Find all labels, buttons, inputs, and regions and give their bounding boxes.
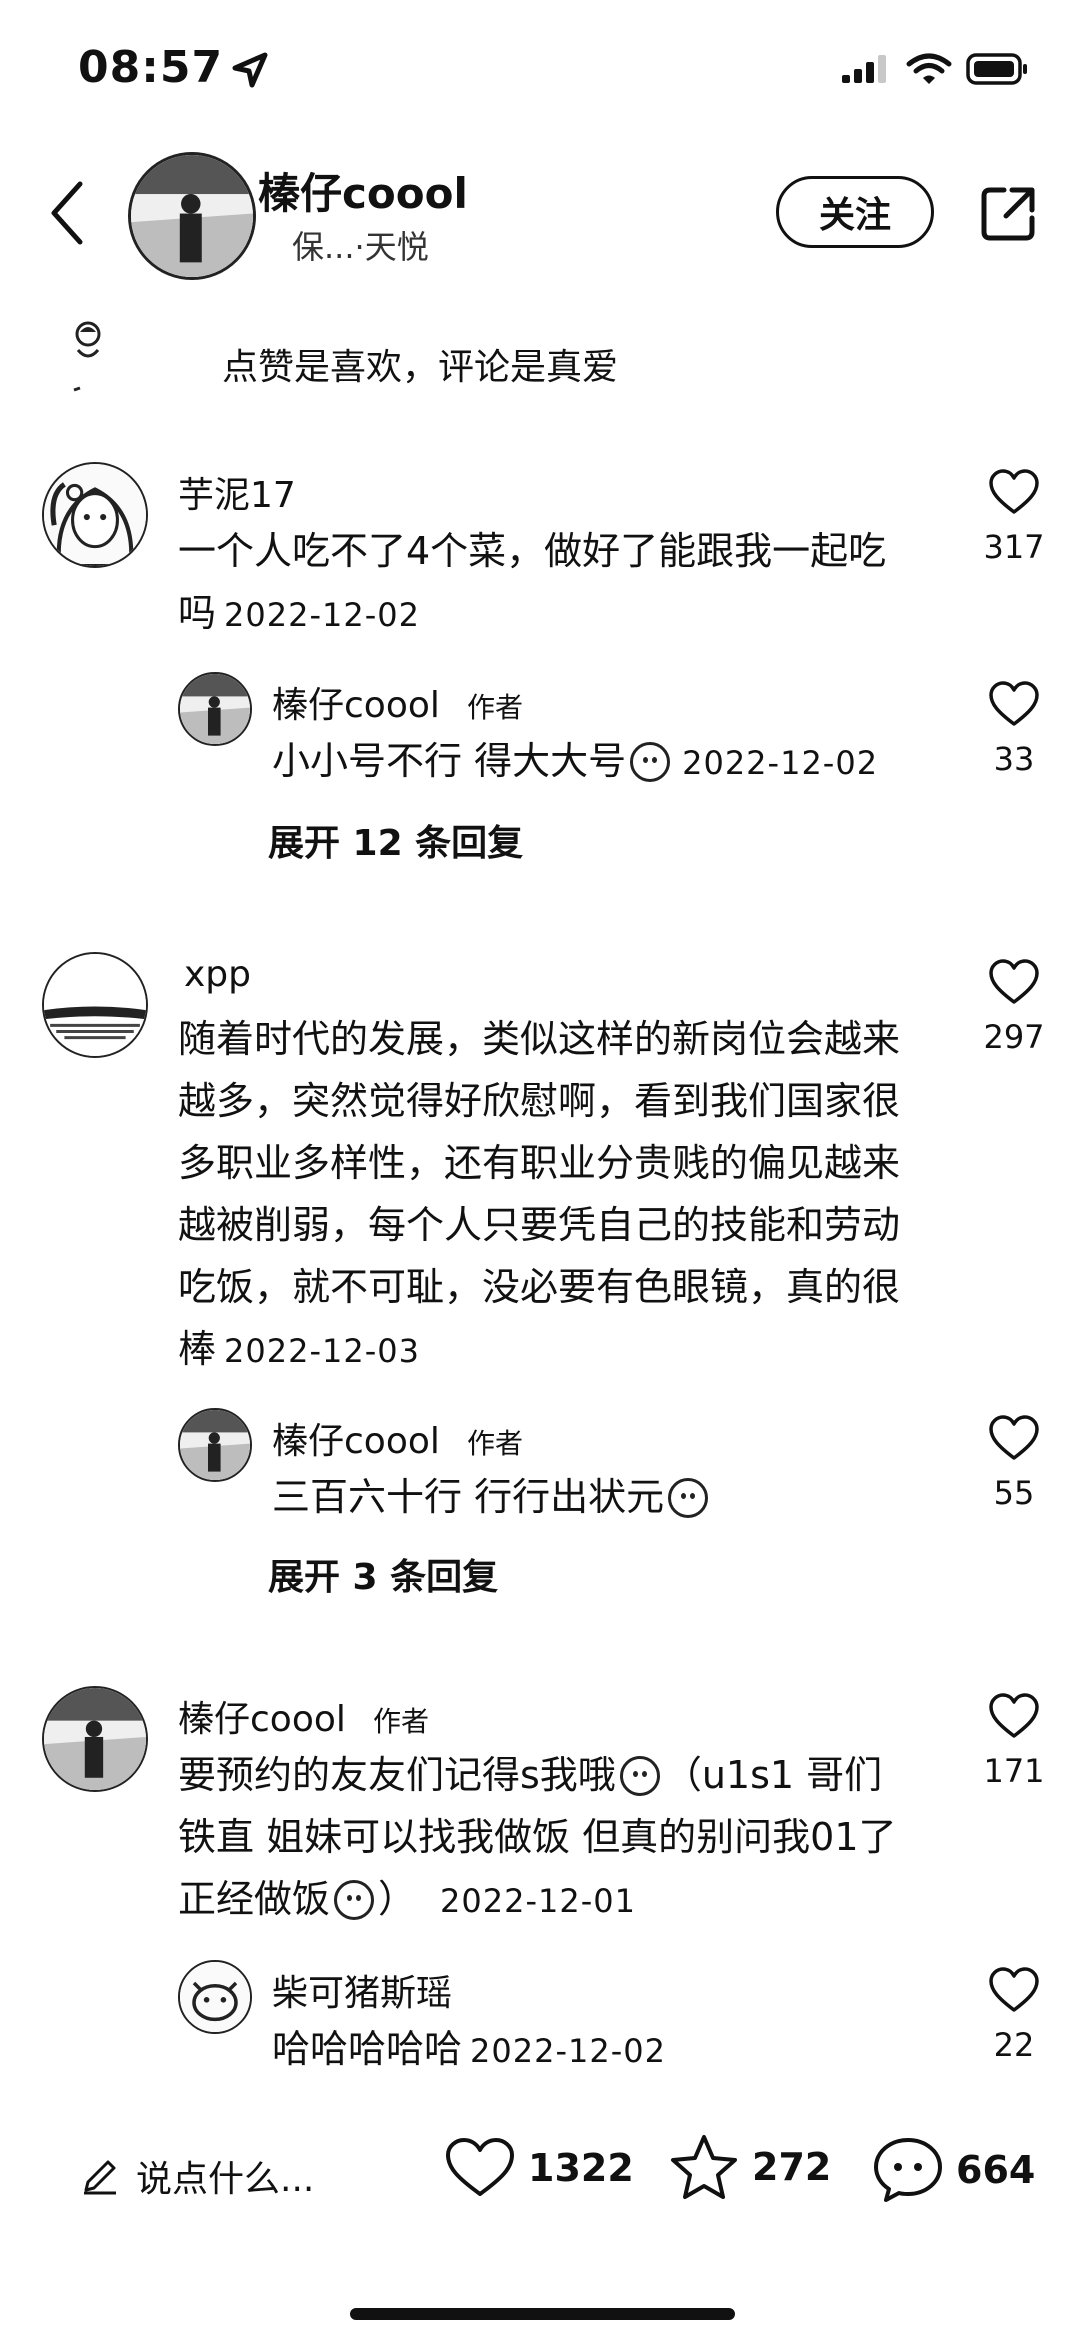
author-location: 保...·天悦 (292, 228, 429, 266)
comment-text-line: （u1s1 哥们 (663, 1753, 883, 1797)
author-tag: 作者 (372, 1705, 429, 1738)
expand-replies-button[interactable]: 展开 12 条回复 (268, 814, 523, 866)
commenter-avatar[interactable] (42, 952, 148, 1058)
reply-author-name[interactable]: 榛仔coool (272, 1421, 440, 1462)
comment-text-line: 铁直 姐妹可以找我做饭 但真的别问我01了 (178, 1815, 897, 1859)
reply-text: 三百六十行 行行出状元 (272, 1466, 912, 1528)
reply-author-name[interactable]: 榛仔coool (272, 685, 440, 726)
comment-bubble-icon (874, 2138, 942, 2202)
smile-emoji-icon (630, 742, 671, 782)
like-count: 317 (983, 528, 1045, 566)
reply-text: 小小号不行 得大大号 2022-12-02 (272, 730, 912, 794)
heart-icon (989, 1693, 1039, 1738)
reply-avatar[interactable] (178, 1960, 252, 2034)
reply-date: 2022-12-02 (682, 744, 879, 782)
battery-icon (966, 52, 1028, 90)
slogan-sticker-icon (66, 318, 112, 404)
comment-date: 2022-12-03 (224, 1332, 420, 1370)
comment-input-placeholder: 说点什么... (136, 2159, 315, 2200)
commenter-name[interactable]: 榛仔coool (178, 1699, 346, 1740)
post-comment-button[interactable]: 664 (872, 2136, 1035, 2204)
reply-author-name[interactable]: 柴可猪斯瑶 (272, 1964, 452, 2016)
reply-text-content: 哈哈哈哈哈 (272, 2027, 463, 2071)
heart-icon (989, 1415, 1039, 1460)
author-name[interactable]: 榛仔coool (258, 160, 468, 221)
like-count: 33 (993, 740, 1035, 778)
crying-emoji-icon (334, 1880, 375, 1920)
comment-text-line: 随着时代的发展，类似这样的新岗位会越来 (178, 1017, 901, 1061)
chevron-left-icon (51, 181, 83, 245)
follow-button[interactable]: 关注 (776, 176, 934, 248)
home-indicator[interactable] (350, 2308, 735, 2320)
share-button[interactable] (976, 182, 1040, 246)
comment-like-button[interactable]: 297 (964, 958, 1064, 1056)
heart-icon (989, 681, 1039, 726)
cellular-signal-icon (840, 53, 892, 89)
commenter-name[interactable]: 芋泥17 (178, 466, 296, 518)
heart-icon (989, 1967, 1039, 2012)
reply-like-button[interactable]: 55 (964, 1414, 1064, 1512)
reply-text-content: 小小号不行 得大大号 (272, 739, 627, 783)
comment-like-button[interactable]: 171 (964, 1692, 1064, 1790)
author-tag: 作者 (466, 1427, 523, 1460)
heart-icon (989, 959, 1039, 1004)
post-like-button[interactable]: 1322 (444, 2136, 634, 2200)
reply-header: 榛仔coool 作者 (272, 1412, 523, 1464)
comment-text: 要预约的友友们记得s我哦 （u1s1 哥们 铁直 姐妹可以找我做饭 但真的别问我0… (178, 1744, 938, 1932)
author-tag: 作者 (466, 691, 523, 724)
comment-text-line: 棒 (178, 1327, 217, 1371)
comment-text-line: 正经做饭 (178, 1877, 331, 1921)
post-favorite-count: 272 (752, 2145, 832, 2189)
comment-text-line: 要预约的友友们记得s我哦 (178, 1753, 616, 1797)
reply-like-button[interactable]: 33 (964, 680, 1064, 778)
commenter-avatar[interactable] (42, 462, 148, 568)
reply-avatar[interactable] (178, 672, 252, 746)
expand-replies-button[interactable]: 展开 3 条回复 (268, 1548, 498, 1600)
comment-text-line: 越多，突然觉得好欣慰啊，看到我们国家很 (178, 1079, 901, 1123)
comment-text-line: 多职业多样性，还有职业分贵贱的偏见越来 (178, 1141, 901, 1185)
heart-icon (446, 2138, 514, 2196)
location-arrow-icon (232, 52, 268, 88)
author-avatar[interactable] (128, 152, 256, 280)
share-icon (981, 187, 1035, 241)
chick-emoji-icon (668, 1478, 709, 1518)
reply-text-content: 三百六十行 行行出状元 (272, 1475, 665, 1519)
comment-like-button[interactable]: 317 (964, 468, 1064, 566)
post-like-count: 1322 (528, 2146, 634, 2190)
post-comment-count: 664 (956, 2148, 1036, 2192)
comment-header: 榛仔coool 作者 (178, 1690, 429, 1742)
back-button[interactable] (46, 178, 86, 248)
status-icons (840, 52, 1028, 90)
comment-text: 一个人吃不了4个菜，做好了能跟我一起吃 吗 2022-12-02 (178, 520, 938, 646)
reply-like-button[interactable]: 22 (964, 1966, 1064, 2064)
reply-text: 哈哈哈哈哈 2022-12-02 (272, 2018, 912, 2082)
reply-date: 2022-12-02 (470, 2032, 666, 2070)
comment-text-line: 吃饭，就不可耻，没必要有色眼镜，真的很 (178, 1265, 901, 1309)
sticker-emoji-icon (619, 1756, 660, 1796)
comment-date: 2022-12-01 (440, 1882, 636, 1920)
like-count: 171 (983, 1752, 1045, 1790)
like-count: 297 (983, 1018, 1045, 1056)
reply-avatar[interactable] (178, 1408, 252, 1482)
comment-date: 2022-12-02 (224, 596, 420, 634)
status-time: 08:57 (78, 42, 224, 93)
comment-text-line: 吗 (178, 591, 217, 635)
commenter-name[interactable]: xpp (184, 954, 251, 995)
post-favorite-button[interactable]: 272 (668, 2132, 831, 2202)
wifi-icon (906, 52, 952, 90)
comment-input-field[interactable]: 说点什么... (80, 2150, 314, 2202)
like-count: 22 (993, 2026, 1035, 2064)
comment-text-line: ） (378, 1877, 417, 1921)
comment-slogan: 点赞是喜欢，评论是真爱 (222, 347, 619, 388)
star-icon (671, 2135, 737, 2199)
commenter-avatar[interactable] (42, 1686, 148, 1792)
comment-text: 随着时代的发展，类似这样的新岗位会越来 越多，突然觉得好欣慰啊，看到我们国家很 … (178, 1008, 938, 1382)
comment-text-line: 一个人吃不了4个菜，做好了能跟我一起吃 (178, 529, 887, 573)
pencil-icon (84, 2160, 116, 2195)
reply-header: 榛仔coool 作者 (272, 676, 523, 728)
comment-text-line: 越被削弱，每个人只要凭自己的技能和劳动 (178, 1203, 901, 1247)
like-count: 55 (993, 1474, 1035, 1512)
heart-icon (989, 469, 1039, 514)
